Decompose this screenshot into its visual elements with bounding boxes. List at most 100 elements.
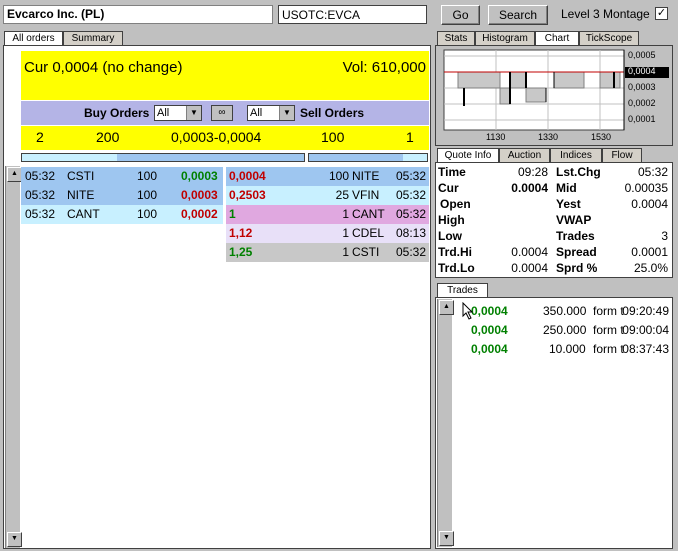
- quote-label: Trades: [556, 229, 595, 243]
- quote-row: Trd.Hi 0.0004 Spread 0.0001: [436, 244, 670, 261]
- order-price: 0,0004: [229, 169, 266, 183]
- quote-label: Trd.Lo: [438, 261, 475, 275]
- chart-bar: [509, 71, 527, 89]
- sell-order-row[interactable]: 0,0004 100 NITE 05:32: [226, 167, 429, 186]
- trade-price: 0,0004: [471, 304, 508, 318]
- quote-row: Trd.Lo 0.0004 Sprd % 25.0%: [436, 260, 670, 277]
- order-size: 1: [342, 207, 349, 221]
- tab-all-orders[interactable]: All orders: [4, 31, 63, 45]
- order-time: 05:32: [25, 207, 56, 221]
- buy-order-row[interactable]: 05:32 CANT 100 0,0002: [21, 205, 223, 224]
- buy-order-row[interactable]: 05:32 NITE 100 0,0003: [21, 186, 223, 205]
- sell-order-row[interactable]: 1,12 1 CDEL 08:13: [226, 224, 429, 243]
- chart-bar: [457, 71, 501, 89]
- market-maker: CSTI: [352, 245, 380, 259]
- y-tick-label: 0,0002: [628, 98, 656, 108]
- order-time: 08:13: [395, 226, 426, 240]
- y-tick-label: 0,0004: [628, 66, 656, 76]
- tab-indices[interactable]: Indices: [550, 148, 602, 162]
- chevron-down-icon: ▼: [279, 106, 294, 120]
- order-price: 0,0003: [181, 169, 218, 183]
- quote-label: Mid: [556, 181, 577, 195]
- trade-price: 0,0004: [471, 342, 508, 356]
- quote-value: 3: [661, 229, 668, 243]
- tab-summary[interactable]: Summary: [63, 31, 123, 45]
- quote-info-panel: Time 09:28 Lst.Chg 05:32 Cur 0.0004 Mid …: [435, 162, 673, 278]
- order-price: 1,12: [229, 226, 253, 240]
- sell-filter-value: All: [250, 107, 263, 119]
- scroll-down-icon[interactable]: ▼: [439, 531, 454, 546]
- sell-order-row[interactable]: 1 1 CANT 05:32: [226, 205, 429, 224]
- scroll-up-icon[interactable]: ▲: [439, 300, 454, 315]
- trade-time: 09:20:49: [622, 304, 669, 318]
- order-price: 1: [229, 207, 236, 221]
- chart-bar: [499, 87, 511, 105]
- scroll-up-icon[interactable]: ▲: [7, 167, 22, 182]
- buy-size: 200: [96, 129, 120, 145]
- chart-bar: [525, 87, 547, 103]
- order-price: 0,0003: [181, 188, 218, 202]
- market-maker: CANT: [352, 207, 385, 221]
- trades-scrollbar[interactable]: ▲ ▼: [437, 299, 454, 547]
- sell-size: 100: [321, 129, 345, 145]
- x-tick-label: 1530: [591, 132, 612, 142]
- chart-panel: 0,0005 0,0004 0,0003 0,0002 0,0001 1130 …: [435, 45, 673, 146]
- trade-row[interactable]: 0,0004 10.000 form t 08:37:43: [453, 340, 671, 359]
- order-price: 0,0002: [181, 207, 218, 221]
- quote-row: Open Yest 0.0004: [436, 196, 670, 213]
- sell-filter-select[interactable]: All ▼: [247, 105, 295, 121]
- buy-orders-label: Buy Orders: [84, 106, 150, 120]
- sell-order-row[interactable]: 1,25 1 CSTI 05:32: [226, 243, 429, 262]
- search-button[interactable]: Search: [488, 5, 548, 25]
- trade-row[interactable]: 0,0004 350.000 form t 09:20:49: [453, 302, 671, 321]
- spread-range: 0,0003-0,0004: [171, 129, 262, 145]
- chart-bar: [553, 71, 585, 89]
- order-time: 05:32: [25, 169, 56, 183]
- quote-label: VWAP: [556, 213, 592, 227]
- go-button[interactable]: Go: [441, 5, 480, 25]
- tab-auction[interactable]: Auction: [499, 148, 550, 162]
- trade-row[interactable]: 0,0004 250.000 form t 09:00:04: [453, 321, 671, 340]
- tab-tickscope[interactable]: TickScope: [579, 31, 639, 45]
- trade-time: 08:37:43: [622, 342, 669, 356]
- order-time: 05:32: [395, 188, 426, 202]
- company-title: Evcarco Inc. (PL): [3, 5, 273, 24]
- symbol-input[interactable]: [278, 5, 427, 24]
- trade-condition: form t: [593, 304, 624, 318]
- quote-value: 0.0004: [631, 197, 668, 211]
- sell-count: 1: [406, 129, 414, 145]
- order-price: 0,2503: [229, 188, 266, 202]
- tab-quote-info[interactable]: Quote Info: [437, 148, 499, 162]
- market-maker: NITE: [352, 169, 380, 183]
- tab-stats[interactable]: Stats: [437, 31, 475, 45]
- orders-scrollbar[interactable]: ▲ ▼: [5, 166, 22, 548]
- order-time: 05:32: [25, 188, 56, 202]
- market-maker: CDEL: [352, 226, 385, 240]
- sell-order-row[interactable]: 0,2503 25 VFIN 05:32: [226, 186, 429, 205]
- sell-orders-label: Sell Orders: [300, 106, 365, 120]
- quote-label: Spread: [556, 245, 597, 259]
- trade-size: 10.000: [549, 342, 586, 356]
- scroll-down-icon[interactable]: ▼: [7, 532, 22, 547]
- quote-row: Time 09:28 Lst.Chg 05:32: [436, 164, 670, 181]
- tab-flow[interactable]: Flow: [602, 148, 642, 162]
- quote-row: Low Trades 3: [436, 228, 670, 245]
- level3-montage-checkbox[interactable]: ✓: [655, 7, 668, 20]
- quote-label: Open: [440, 197, 471, 211]
- link-icon[interactable]: ∞: [211, 105, 233, 121]
- buy-order-row[interactable]: 05:32 CSTI 100 0,0003: [21, 167, 223, 186]
- buy-filter-select[interactable]: All ▼: [154, 105, 202, 121]
- tab-trades[interactable]: Trades: [437, 283, 488, 297]
- order-size: 25: [335, 188, 349, 202]
- quote-value: 0.00035: [624, 181, 668, 195]
- y-tick-label: 0,0005: [628, 50, 656, 60]
- chevron-down-icon: ▼: [186, 106, 201, 120]
- quote-label: Yest: [556, 197, 581, 211]
- y-tick-label: 0,0003: [628, 82, 656, 92]
- tab-histogram[interactable]: Histogram: [475, 31, 535, 45]
- mouse-cursor-icon: [462, 302, 474, 320]
- tab-chart[interactable]: Chart: [535, 31, 579, 45]
- order-size: 1: [342, 226, 349, 240]
- quote-row: High VWAP: [436, 212, 670, 229]
- order-time: 05:32: [395, 207, 426, 221]
